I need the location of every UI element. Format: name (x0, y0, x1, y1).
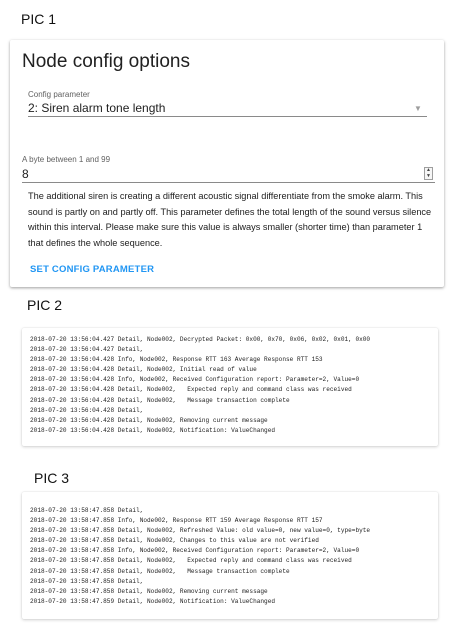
log-panel-1: 2018-07-20 13:56:04.427 Detail, Node002,… (22, 328, 438, 446)
log-line: 2018-07-20 13:58:47.858 Detail, Node002,… (30, 587, 268, 595)
pic3-label: PIC 3 (34, 470, 70, 486)
log-line: 2018-07-20 13:56:04.428 Info, Node002, R… (30, 356, 323, 364)
pic1-label: PIC 1 (21, 11, 57, 27)
byte-value-label: A byte between 1 and 99 (22, 155, 111, 164)
pic2-label: PIC 2 (27, 297, 63, 313)
byte-value-input[interactable]: 8 (22, 167, 29, 181)
log-line: 2018-07-20 13:56:04.428 Detail, Node002,… (30, 426, 276, 434)
log-line: 2018-07-20 13:56:04.427 Detail, (30, 346, 144, 354)
log-line: 2018-07-20 13:58:47.858 Detail, Node002,… (30, 557, 352, 565)
number-stepper[interactable]: ▲ ▼ (424, 167, 433, 180)
set-config-parameter-button[interactable]: SET CONFIG PARAMETER (30, 264, 154, 275)
log-panel-2: 2018-07-20 13:58:47.858 Detail, 2018-07-2… (22, 492, 438, 619)
log-line: 2018-07-20 13:58:47.858 Info, Node002, R… (30, 547, 360, 555)
card-title: Node config options (22, 51, 190, 72)
config-parameter-label: Config parameter (28, 90, 90, 99)
select-underline (28, 116, 427, 117)
log-line: 2018-07-20 13:58:47.858 Detail, Node002,… (30, 567, 290, 575)
log-line: 2018-07-20 13:58:47.858 Detail, Node002,… (30, 537, 319, 545)
input-underline (22, 182, 435, 183)
log-line: 2018-07-20 13:56:04.427 Detail, Node002,… (30, 336, 371, 343)
log-line: 2018-07-20 13:56:04.428 Detail, (30, 406, 144, 414)
log-line: 2018-07-20 13:58:47.859 Detail, Node002,… (30, 597, 276, 605)
log-line: 2018-07-20 13:58:47.858 Info, Node002, R… (30, 517, 323, 525)
log-line: 2018-07-20 13:58:47.858 Detail, (30, 507, 144, 514)
parameter-description: The additional siren is creating a diffe… (28, 191, 432, 248)
log-line: 2018-07-20 13:56:04.428 Detail, Node002,… (30, 416, 268, 424)
log-line: 2018-07-20 13:56:04.428 Info, Node002, R… (30, 376, 360, 384)
log-line: 2018-07-20 13:58:47.858 Detail, (30, 577, 144, 585)
log-line: 2018-07-20 13:56:04.428 Detail, Node002,… (30, 396, 290, 404)
log-line: 2018-07-20 13:56:04.428 Detail, Node002,… (30, 386, 352, 394)
config-parameter-select[interactable]: 2: Siren alarm tone length (28, 101, 165, 115)
dropdown-arrow-icon[interactable]: ▼ (414, 104, 422, 113)
stepper-down-icon[interactable]: ▼ (426, 174, 431, 179)
log-line: 2018-07-20 13:58:47.858 Detail, Node002,… (30, 527, 371, 535)
log-line: 2018-07-20 13:56:04.428 Detail, Node002,… (30, 366, 257, 374)
node-config-card: Node config options Config parameter 2: … (10, 40, 444, 287)
